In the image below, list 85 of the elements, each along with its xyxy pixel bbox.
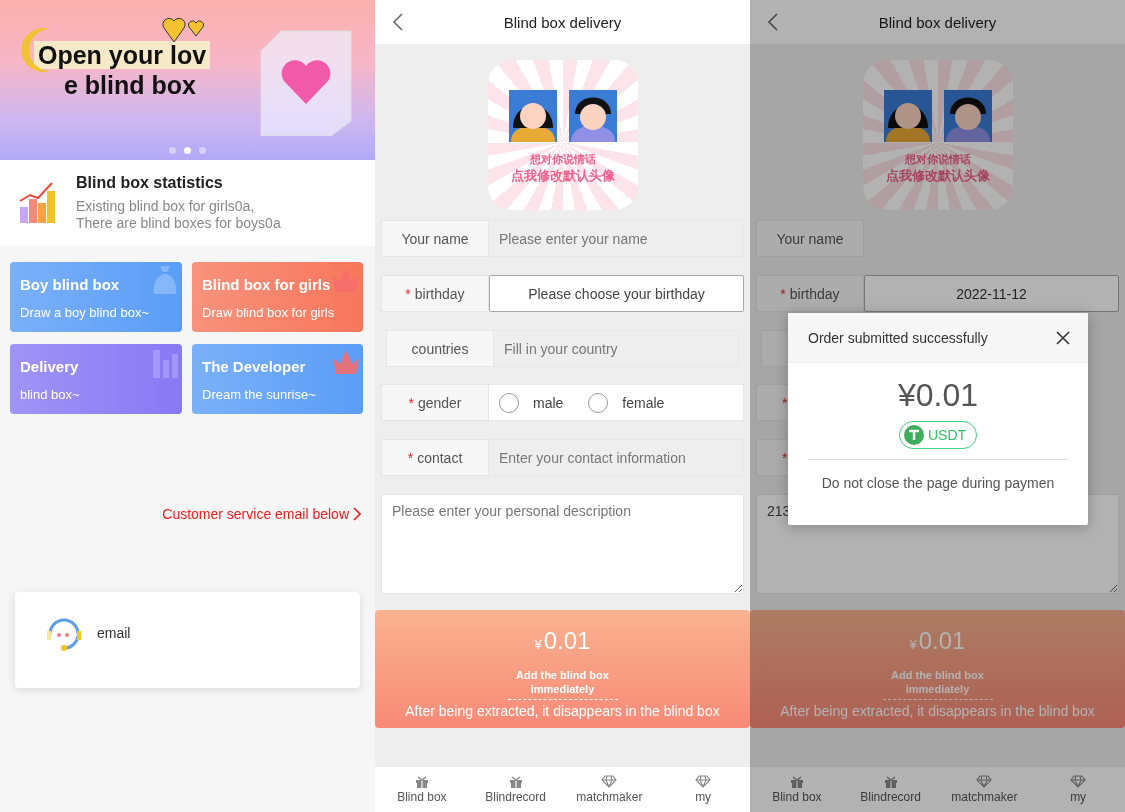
- carousel-dot[interactable]: [169, 147, 176, 154]
- required-mark: *: [782, 449, 788, 466]
- add-blind-box-text: Add the blind box immediately: [507, 668, 618, 700]
- tab-bar-item[interactable]: Blindrecord: [843, 767, 938, 812]
- card-title: Blind box for girls: [202, 276, 332, 293]
- boy-cartoon-drawing: [566, 88, 619, 144]
- field-label: birthday: [789, 285, 840, 302]
- chevron-right-icon: [353, 507, 361, 521]
- tab-bar-item[interactable]: matchmaker: [562, 767, 657, 812]
- tab-bar-item[interactable]: my: [656, 767, 750, 812]
- back-button[interactable]: [766, 12, 780, 32]
- banner-headline: Open your lov: [34, 41, 211, 69]
- card-subtitle: blind box~: [20, 387, 81, 402]
- contact-label: email: [97, 625, 131, 641]
- close-button[interactable]: [1056, 330, 1070, 345]
- gift-icon: [508, 775, 523, 788]
- girl-cartoon-drawing: [506, 88, 559, 144]
- field-label: gender: [417, 394, 462, 411]
- avatar-caption: 想对你说情话: [529, 152, 596, 166]
- radio-option[interactable]: female: [588, 392, 665, 413]
- required-mark: *: [405, 285, 411, 302]
- required-mark: *: [408, 394, 414, 411]
- field-label: Your name: [401, 230, 469, 247]
- avatar-caption: 想对你说情话: [904, 152, 971, 166]
- payment-notice: Do not close the page during paymen: [821, 475, 1055, 491]
- bar-chart-icon: [18, 181, 58, 225]
- field-label: birthday: [414, 285, 465, 302]
- service-email-link[interactable]: Customer service email below: [162, 506, 361, 522]
- required-mark: *: [407, 449, 414, 466]
- add-blind-box-text: Add the blind box immediately: [882, 668, 993, 700]
- price-text: ¥0.01: [909, 628, 966, 656]
- tab-bar-item[interactable]: Blind box: [750, 767, 844, 812]
- date-picker[interactable]: Please choose your birthday: [489, 275, 744, 312]
- carousel-dot[interactable]: [199, 147, 206, 154]
- pay-note: After being extracted, it disappears in the blind box: [780, 703, 1095, 719]
- field-label: contact: [417, 449, 463, 466]
- gift-icon: [883, 775, 898, 788]
- dialog-title: Order submitted successfully: [808, 329, 988, 346]
- date-picker[interactable]: 2022-11-12: [864, 275, 1119, 312]
- card-title: Delivery: [20, 358, 80, 375]
- tab-bar-item[interactable]: matchmaker: [937, 767, 1032, 812]
- avatar-picture[interactable]: 想对你说情话 点我修改默认头像: [487, 60, 638, 210]
- dialog-price: ¥0.01: [897, 377, 979, 413]
- field-label: countries: [411, 340, 469, 357]
- avatar-caption: 点我修改默认头像: [885, 167, 990, 185]
- card-subtitle: Draw blind box for girls: [202, 305, 336, 320]
- diamond-icon: [1070, 775, 1087, 788]
- radio-option[interactable]: male: [499, 392, 564, 413]
- tether-icon: [903, 425, 924, 445]
- banner-headline: e blind box: [63, 71, 197, 99]
- gift-icon: [789, 775, 804, 788]
- pay-note: After being extracted, it disappears in the blind box: [405, 703, 720, 719]
- diamond-icon: [976, 775, 993, 788]
- price-text: ¥0.01: [534, 628, 591, 656]
- card-subtitle: Draw a boy blind box~: [20, 305, 150, 320]
- radio-circle[interactable]: [588, 392, 609, 413]
- tab-bar-item[interactable]: my: [1031, 767, 1125, 812]
- carousel-dot[interactable]: [184, 147, 191, 154]
- tab-bar-item[interactable]: Blind box: [375, 767, 469, 812]
- text-input[interactable]: Enter your contact information: [489, 439, 744, 476]
- required-mark: *: [782, 394, 788, 411]
- description-input[interactable]: Please enter your personal description: [381, 494, 744, 594]
- tab-bar-item[interactable]: Blindrecord: [468, 767, 563, 812]
- diamond-icon: [695, 775, 712, 788]
- page-title: Blind box delivery: [878, 13, 997, 31]
- radio-circle[interactable]: [499, 392, 519, 413]
- diamond-icon: [601, 775, 618, 788]
- card-title: Boy blind box: [20, 276, 121, 293]
- card-title: The Developer: [202, 358, 307, 375]
- back-button[interactable]: [391, 12, 405, 32]
- category-card[interactable]: Delivery blind box~: [10, 344, 182, 414]
- text-input[interactable]: Fill in your country: [494, 330, 739, 367]
- avatar-caption: 点我修改默认头像: [510, 167, 615, 185]
- stats-line: There are blind boxes for boys0a: [76, 215, 281, 232]
- stats-title: Blind box statistics: [76, 174, 224, 192]
- stats-line: Existing blind box for girls0a,: [76, 198, 256, 215]
- girl-cartoon-drawing: [881, 88, 934, 144]
- boy-cartoon-drawing: [941, 88, 994, 144]
- page-title: Blind box delivery: [503, 13, 622, 31]
- text-input[interactable]: Please enter your name: [489, 220, 744, 257]
- required-mark: *: [780, 285, 786, 302]
- card-subtitle: Dream the sunrise~: [202, 387, 317, 402]
- gift-icon: [414, 775, 429, 788]
- field-label: Your name: [776, 230, 844, 247]
- banner[interactable]: Open your lov e blind box: [0, 0, 375, 160]
